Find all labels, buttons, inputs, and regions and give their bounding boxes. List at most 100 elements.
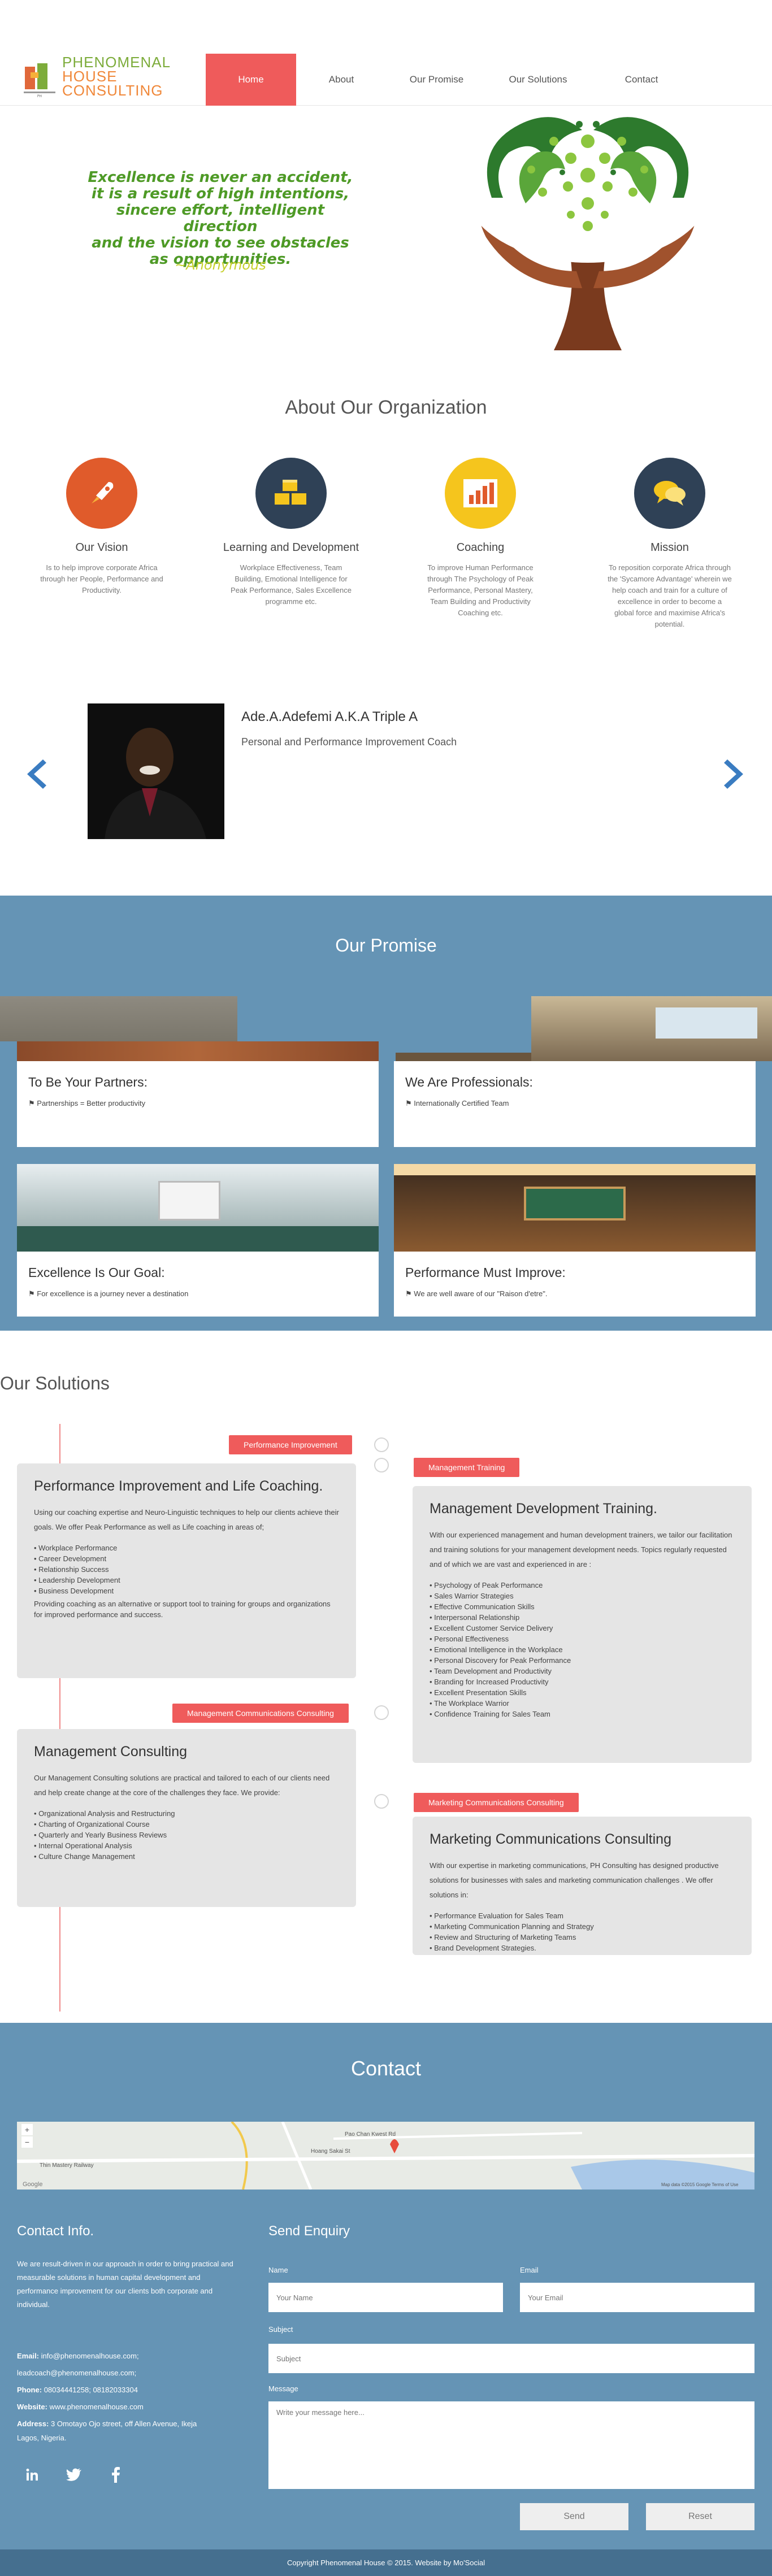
nav-our-promise[interactable]: Our Promise: [396, 54, 478, 106]
conference-room-photo: [531, 996, 772, 1061]
subject-input[interactable]: [268, 2344, 754, 2373]
promise-card-professionals: We Are Professionals: ⚑ Internationally …: [394, 1061, 756, 1147]
website-label: Website:: [17, 2403, 47, 2411]
quote-line: sincere effort, intelligent direction: [116, 202, 325, 235]
list-item: Emotional Intelligence in the Workplace: [430, 1644, 735, 1655]
feature-text: To reposition corporate Africa through t…: [608, 563, 732, 628]
list-item: Psychology of Peak Performance: [430, 1580, 735, 1591]
subject-label: Subject: [268, 2325, 293, 2334]
message-textarea[interactable]: [268, 2401, 754, 2489]
phone-label: Phone:: [17, 2386, 42, 2394]
solution-intro: With our expertise in marketing communic…: [430, 1861, 719, 1899]
promise-card-title: We Are Professionals:: [405, 1075, 533, 1089]
solution-tag: Marketing Communications Consulting: [414, 1793, 579, 1812]
solution-tag: Management Training: [414, 1458, 520, 1477]
reset-button[interactable]: Reset: [646, 2503, 754, 2530]
tree-hands-illustration: [441, 102, 735, 362]
solution-outro: Providing coaching as an alternative or …: [34, 1600, 331, 1619]
address-value: Lagos, Nigeria.: [17, 2434, 67, 2442]
location-map[interactable]: Thin Mastery Railway Pao Chan Kwest Rd H…: [17, 2122, 754, 2190]
coach-portrait: [88, 703, 224, 839]
solution-title: Management Development Training.: [430, 1501, 658, 1517]
nav-contact[interactable]: Contact: [605, 54, 678, 106]
twitter-icon[interactable]: [66, 2466, 83, 2483]
list-item: Relationship Success: [34, 1564, 339, 1575]
solution-tag: Performance Improvement: [229, 1435, 352, 1454]
list-item: Culture Change Management: [34, 1851, 339, 1862]
website-link[interactable]: www.phenomenalhouse.com: [50, 2403, 144, 2411]
promise-card-text: We are well aware of our "Raison d'etre"…: [414, 1289, 548, 1298]
map-zoom-in-button[interactable]: +: [21, 2124, 33, 2135]
logo-wordmark[interactable]: PHENOMENAL HOUSE CONSULTING: [62, 55, 171, 98]
list-item: Workplace Performance: [34, 1543, 339, 1553]
solution-title: Marketing Communications Consulting: [430, 1831, 671, 1847]
solution-performance-improvement: Performance Improvement and Life Coachin…: [17, 1463, 356, 1678]
logo-icon[interactable]: PH: [23, 61, 57, 98]
list-item: Organizational Analysis and Restructurin…: [34, 1808, 339, 1819]
facebook-icon[interactable]: [107, 2466, 124, 2483]
solutions-title: Our Solutions: [0, 1373, 110, 1393]
solution-intro: Our Management Consulting solutions are …: [34, 1774, 330, 1797]
promise-title: Our Promise: [335, 935, 437, 955]
nav-our-solutions[interactable]: Our Solutions: [493, 54, 583, 106]
feature-coaching: Coaching To improve Human Performance th…: [407, 458, 554, 619]
solution-intro: Using our coaching expertise and Neuro-L…: [34, 1508, 339, 1531]
nav-about[interactable]: About: [307, 54, 375, 106]
map-marker-icon: ⚑: [28, 1289, 35, 1298]
email-link[interactable]: leadcoach@phenomenalhouse.com;: [17, 2369, 136, 2377]
feature-learning: Learning and Development Workplace Effec…: [218, 458, 365, 607]
list-item: Performance Evaluation for Sales Team: [430, 1910, 735, 1921]
promise-card-title: Performance Must Improve:: [405, 1265, 566, 1280]
contact-info-body: We are result-driven in our approach in …: [17, 2260, 233, 2309]
bar-chart-icon: [445, 458, 516, 529]
hero-quote: Excellence is never an accident, it is a…: [85, 170, 356, 268]
list-item: Career Development: [34, 1553, 339, 1564]
quote-author: ~Anonymous: [175, 257, 266, 273]
quote-line: it is a result of high intentions,: [91, 185, 350, 202]
name-input[interactable]: [268, 2283, 503, 2312]
chat-bubbles-icon: [634, 458, 705, 529]
timeline-dot: [374, 1437, 389, 1452]
list-item: Charting of Organizational Course: [34, 1819, 339, 1830]
nav-home[interactable]: Home: [206, 54, 296, 106]
carousel-prev-arrow-icon[interactable]: [21, 757, 50, 791]
promise-card-title: Excellence Is Our Goal:: [28, 1265, 165, 1280]
map-zoom-out-button[interactable]: −: [21, 2136, 33, 2148]
svg-text:Thin Mastery Railway: Thin Mastery Railway: [40, 2162, 94, 2169]
feature-text: Workplace Effectiveness, Team Building, …: [231, 563, 352, 606]
map-marker-icon: ⚑: [405, 1289, 412, 1298]
list-item: Leadership Development: [34, 1575, 339, 1585]
list-item: Interpersonal Relationship: [430, 1612, 735, 1623]
email-field-label: Email: [520, 2266, 539, 2274]
list-item: Excellent Presentation Skills: [430, 1687, 735, 1698]
enquiry-title: Send Enquiry: [268, 2223, 350, 2239]
blocks-icon: [255, 458, 327, 529]
list-item: Internal Operational Analysis: [34, 1840, 339, 1851]
feature-title: Our Vision: [75, 541, 128, 554]
linkedin-icon[interactable]: [24, 2466, 41, 2483]
list-item: Personal Effectiveness: [430, 1634, 735, 1644]
feature-text: Is to help improve corporate Africa thro…: [40, 563, 163, 594]
email-link[interactable]: info@phenomenalhouse.com;: [41, 2352, 139, 2360]
svg-text:Map data ©2015 Google Terms: Map data ©2015 Google Terms of Use: [661, 2182, 739, 2187]
feature-text: To improve Human Performance through The…: [427, 563, 534, 617]
solution-intro: With our experienced management and huma…: [430, 1531, 732, 1569]
solution-title: Management Consulting: [34, 1744, 187, 1760]
list-item: Review and Structuring of Marketing Team…: [430, 1932, 735, 1943]
email-input[interactable]: [520, 2283, 754, 2312]
classroom-photo: [17, 1164, 379, 1252]
solution-list: Performance Evaluation for Sales Team Ma…: [430, 1910, 735, 1953]
carousel-next-arrow-icon[interactable]: [721, 757, 749, 791]
svg-text:Hoang Sakai St: Hoang Sakai St: [311, 2148, 350, 2154]
message-label: Message: [268, 2384, 298, 2393]
svg-text:Google: Google: [23, 2181, 42, 2188]
promise-card-text: Partnerships = Better productivity: [37, 1099, 146, 1107]
list-item: Team Development and Productivity: [430, 1666, 735, 1676]
timeline-dot: [374, 1794, 389, 1809]
email-label: Email:: [17, 2352, 40, 2360]
map-marker-icon: ⚑: [28, 1099, 35, 1107]
about-title: About Our Organization: [285, 397, 487, 418]
send-button[interactable]: Send: [520, 2503, 628, 2530]
contact-info-title: Contact Info.: [17, 2223, 94, 2239]
solution-management-training: Management Development Training. With ou…: [413, 1486, 752, 1763]
